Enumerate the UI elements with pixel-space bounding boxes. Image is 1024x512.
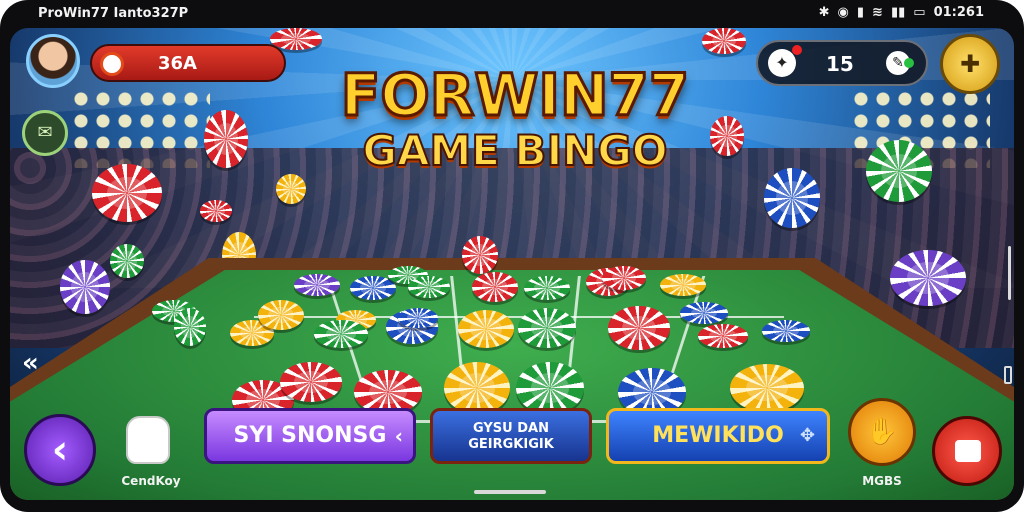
settings-button[interactable]: ✚ xyxy=(940,34,1000,94)
action-button-1-label: SYI SNONSG xyxy=(233,423,387,448)
title-line-1: FORWIN77 xyxy=(339,61,690,129)
action-button-3[interactable]: MEWIKIDO ✥ xyxy=(606,408,830,464)
chevron-left-icon: ‹ xyxy=(51,427,69,473)
table-chip[interactable] xyxy=(698,324,748,348)
back-button[interactable]: ‹ xyxy=(24,414,96,486)
game-screen: FORWIN77 GAME BINGO 36A ✉ ✦ 15 ✎ ✚ « ‹ C… xyxy=(10,28,1014,500)
flying-chip-yellow xyxy=(276,174,306,204)
gift-icon: ✉ xyxy=(37,122,53,143)
table-chip[interactable] xyxy=(294,274,340,296)
status-title: ProWin77 Ιanto327P xyxy=(38,6,189,21)
table-chip[interactable] xyxy=(280,362,342,402)
avatar[interactable] xyxy=(26,34,80,88)
cross-icon: ✥ xyxy=(799,425,815,446)
stop-button[interactable] xyxy=(932,416,1002,486)
chevron-left-icon: ‹ xyxy=(394,424,403,448)
online-dot xyxy=(904,58,914,68)
table-chip[interactable] xyxy=(444,362,510,414)
table-chip[interactable] xyxy=(762,320,810,342)
table-chip[interactable] xyxy=(462,236,498,274)
status-icons: ✱ ◉ ▮ ≋ ▮▮ ▭ 01:261 xyxy=(819,5,984,20)
coin-balance[interactable]: 36A xyxy=(90,44,286,82)
menu-label: MGBS xyxy=(862,474,902,488)
action-button-2-line2: GEIRGKIGIK xyxy=(468,437,554,452)
table-chip[interactable] xyxy=(458,310,514,348)
flying-chip-red xyxy=(204,110,248,168)
mascot-button[interactable] xyxy=(126,416,170,464)
puzzle-icon: ✚ xyxy=(959,50,981,78)
coin-value: 36A xyxy=(158,53,197,74)
status-time: 01:261 xyxy=(933,5,984,20)
coin-icon xyxy=(100,52,124,76)
action-button-3-label: MEWIKIDO xyxy=(652,423,784,448)
notification-dot xyxy=(792,45,802,55)
table-chip[interactable] xyxy=(518,308,576,348)
side-scroll-indicator[interactable] xyxy=(1008,246,1011,300)
bluetooth-icon: ✱ xyxy=(818,5,830,20)
table-chip[interactable] xyxy=(472,272,518,302)
table-chip[interactable] xyxy=(314,320,368,348)
chat-icon: ✦ xyxy=(775,53,789,72)
table-chip[interactable] xyxy=(524,276,570,300)
camera-icon: ◉ xyxy=(837,5,849,20)
table-chip[interactable] xyxy=(516,362,584,414)
flying-chip-red xyxy=(702,28,746,54)
table-chip[interactable] xyxy=(602,266,646,290)
battery-icon: ▭ xyxy=(913,5,926,20)
table-chip[interactable] xyxy=(730,364,804,412)
table-chip[interactable] xyxy=(660,274,706,296)
table-chip[interactable] xyxy=(258,300,304,330)
status-bar: ProWin77 Ιanto327P ✱ ◉ ▮ ≋ ▮▮ ▭ 01:261 xyxy=(0,0,1024,28)
table-chip[interactable] xyxy=(350,276,396,300)
table-chip[interactable] xyxy=(680,302,728,324)
game-title: FORWIN77 GAME BINGO xyxy=(325,61,705,176)
action-button-1[interactable]: SYI SNONSG ‹ xyxy=(204,408,416,464)
wifi-icon: ≋ xyxy=(872,5,883,20)
signal-icon: ▮ xyxy=(856,5,865,20)
notification-bar: ✦ 15 ✎ xyxy=(756,40,928,86)
flying-chip-blue xyxy=(764,168,820,228)
menu-button[interactable]: ✋ xyxy=(848,398,916,466)
hand-icon: ✋ xyxy=(865,417,899,447)
side-tab[interactable] xyxy=(1004,366,1012,384)
collapse-arrow[interactable]: « xyxy=(22,348,39,378)
title-line-2: GAME BINGO xyxy=(361,126,668,176)
gift-button[interactable]: ✉ xyxy=(22,110,68,156)
home-indicator[interactable] xyxy=(474,490,546,494)
action-button-2[interactable]: GYSU DAN GEIRGKIGIK xyxy=(430,408,592,464)
notification-count: 15 xyxy=(826,52,854,76)
signal-bars-icon: ▮▮ xyxy=(890,5,906,20)
stop-icon xyxy=(955,440,981,462)
player-profile: 36A xyxy=(26,34,286,90)
table-chip[interactable] xyxy=(408,276,450,298)
chat-button[interactable]: ✦ xyxy=(768,49,796,77)
mascot-label: CendKoy xyxy=(121,474,181,488)
action-button-2-line1: GYSU DAN xyxy=(473,421,549,436)
table-chip[interactable] xyxy=(608,306,670,350)
pen-icon: ✎ xyxy=(892,55,904,71)
flying-chip-red xyxy=(92,164,162,222)
flying-chip-red xyxy=(710,116,744,156)
phone-frame: ProWin77 Ιanto327P ✱ ◉ ▮ ≋ ▮▮ ▭ 01:261 F… xyxy=(0,0,1024,512)
flying-chip-red xyxy=(200,200,232,222)
flying-chip-green xyxy=(866,140,932,202)
table-chip[interactable] xyxy=(398,308,438,328)
table-chip[interactable] xyxy=(174,308,206,346)
